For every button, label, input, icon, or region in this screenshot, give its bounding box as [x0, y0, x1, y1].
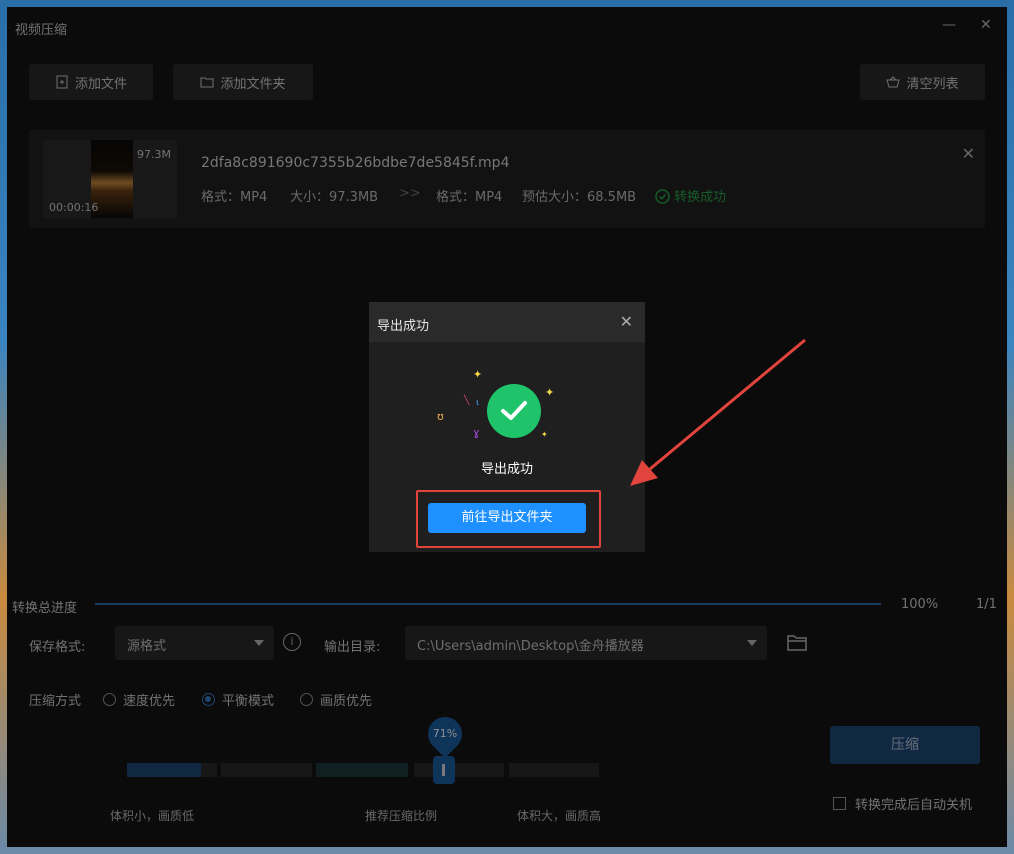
target-format: 格式：MP4	[436, 190, 503, 205]
slider-segment-3	[316, 763, 408, 777]
mode-balanced-radio[interactable]: 平衡模式	[202, 690, 274, 709]
remove-file-icon[interactable]: ✕	[962, 144, 975, 163]
save-format-value: 源格式	[127, 639, 167, 654]
scale-mid-label: 推荐压缩比例	[365, 809, 438, 823]
close-icon[interactable]: ✕	[620, 312, 633, 331]
minimize-button[interactable]: —	[942, 17, 956, 33]
output-dir-label: 输出目录:	[324, 640, 381, 655]
scale-right-label: 体积大，画质高	[517, 809, 602, 823]
info-icon[interactable]: i	[283, 633, 301, 651]
open-folder-icon[interactable]	[787, 634, 807, 651]
slider-segment-5	[509, 763, 599, 777]
total-progress-bar	[95, 603, 881, 605]
compression-slider-handle[interactable]	[433, 756, 455, 784]
thumbnail-size: 97.3M	[137, 148, 171, 161]
sparkle-icon: ✦	[541, 430, 548, 439]
chevron-down-icon	[747, 640, 757, 646]
add-file-button[interactable]: 添加文件	[29, 64, 153, 100]
video-thumbnail: 97.3M 00:00:16	[43, 140, 177, 218]
convert-arrow-icon: >>	[399, 186, 421, 201]
sparkle-icon: ✦	[473, 368, 483, 381]
status-text: 转换成功	[674, 190, 727, 205]
folder-icon	[200, 77, 214, 88]
confetti-icon: ╲	[464, 396, 470, 406]
clear-list-button[interactable]: 清空列表	[860, 64, 985, 100]
total-progress-label: 转换总进度	[12, 601, 78, 616]
mode-speed-label: 速度优先	[123, 694, 176, 709]
scale-left-label: 体积小，画质低	[110, 809, 195, 823]
source-size: 大小：97.3MB	[290, 190, 379, 205]
clear-list-label: 清空列表	[906, 76, 959, 92]
confetti-icon: ɣ	[473, 426, 480, 439]
output-dir-select[interactable]: C:\Users\admin\Desktop\金舟播放器	[405, 626, 767, 660]
compress-button[interactable]: 压缩	[830, 726, 980, 764]
window-title: 视频压缩	[15, 23, 68, 38]
chevron-down-icon	[254, 640, 264, 646]
auto-shutdown-checkbox[interactable]: 转换完成后自动关机	[833, 794, 972, 813]
dialog-header: 导出成功 ✕	[369, 302, 645, 342]
slider-segment-1	[127, 763, 217, 777]
add-file-icon	[56, 75, 68, 89]
annotation-highlight-box	[416, 490, 601, 548]
file-name: 2dfa8c891690c7355b26bdbe7de5845f.mp4	[201, 155, 510, 171]
dialog-title: 导出成功	[377, 319, 430, 334]
add-folder-button[interactable]: 添加文件夹	[173, 64, 313, 100]
slider-segment-4	[414, 763, 504, 777]
radio-selected-icon	[202, 693, 215, 706]
title-bar: 视频压缩 — ✕	[7, 7, 1007, 47]
mode-quality-label: 画质优先	[320, 694, 373, 709]
auto-shutdown-label: 转换完成后自动关机	[855, 798, 973, 813]
video-duration: 00:00:16	[49, 201, 99, 214]
progress-count: 1/1	[976, 597, 997, 612]
dialog-message: 导出成功	[480, 462, 533, 477]
save-format-select[interactable]: 源格式	[115, 626, 274, 660]
basket-icon	[886, 76, 901, 88]
confetti-icon: ʊ	[437, 410, 444, 423]
mode-speed-radio[interactable]: 速度优先	[103, 690, 175, 709]
progress-percent: 100%	[901, 597, 939, 612]
compress-mode-label: 压缩方式	[29, 694, 82, 709]
radio-icon	[300, 693, 313, 706]
add-file-label: 添加文件	[74, 76, 127, 92]
source-format: 格式：MP4	[201, 190, 268, 205]
add-folder-label: 添加文件夹	[220, 76, 286, 92]
annotation-arrow-icon	[630, 338, 806, 486]
check-circle-icon	[655, 189, 670, 204]
mode-balanced-label: 平衡模式	[222, 694, 275, 709]
radio-icon	[103, 693, 116, 706]
slider-segment-2	[221, 763, 312, 777]
mode-quality-radio[interactable]: 画质优先	[300, 690, 372, 709]
sparkle-icon: ✦	[545, 386, 555, 399]
close-window-button[interactable]: ✕	[980, 17, 992, 33]
estimated-size: 预估大小：68.5MB	[522, 190, 637, 205]
slider-value: 71%	[432, 727, 458, 740]
status-badge: 转换成功	[655, 186, 726, 205]
file-item: 97.3M 00:00:16 2dfa8c891690c7355b26bdbe7…	[29, 130, 985, 228]
save-format-label: 保存格式:	[29, 640, 86, 655]
confetti-icon: ι	[476, 398, 480, 408]
output-dir-value: C:\Users\admin\Desktop\金舟播放器	[417, 639, 644, 654]
checkbox-icon	[833, 797, 846, 810]
success-check-icon	[487, 384, 541, 438]
